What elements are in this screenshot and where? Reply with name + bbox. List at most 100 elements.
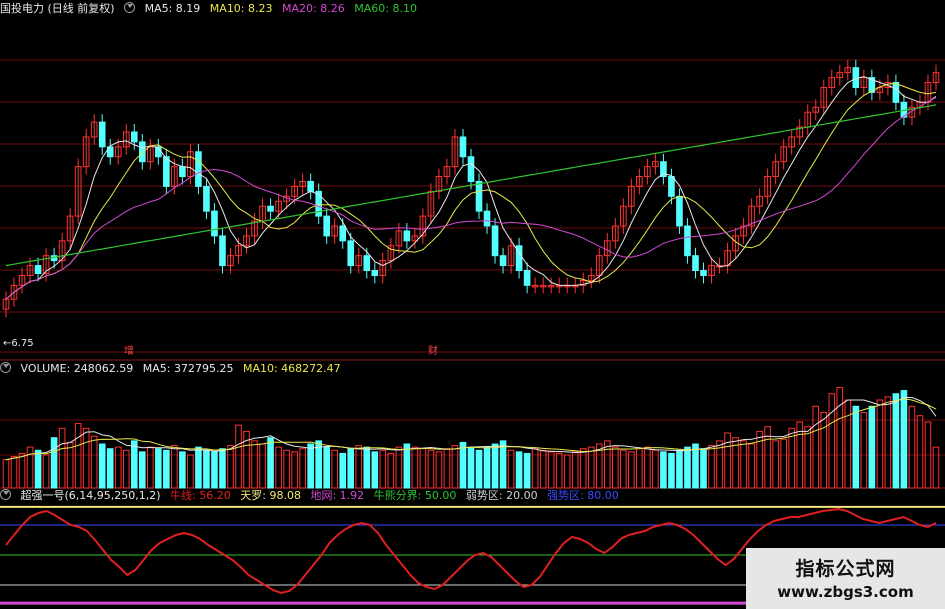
volume-bar xyxy=(187,454,194,489)
indicator-tianluo: 天罗: 98.08 xyxy=(240,489,301,502)
volume-bar xyxy=(66,441,74,489)
volume-bar xyxy=(227,445,234,489)
candle-body xyxy=(138,141,146,163)
volume-bar xyxy=(563,454,571,489)
volume-bar xyxy=(82,427,90,489)
indicator-header: 超强一号(6,14,95,250,1,2) 牛线: 56.20 天罗: 98.0… xyxy=(0,488,625,504)
volume-bar xyxy=(555,452,563,489)
volume-bar xyxy=(363,446,371,489)
volume-bar xyxy=(427,449,435,489)
volume-bar xyxy=(283,449,290,489)
volume-bar xyxy=(812,405,820,489)
candle-body xyxy=(523,270,531,286)
candle-body xyxy=(700,270,707,276)
volume-bar xyxy=(684,446,691,489)
volume-bar xyxy=(652,449,659,489)
watermark-url: www.zbgs3.com xyxy=(777,583,914,601)
candle-body xyxy=(684,225,691,257)
volume-bar xyxy=(411,446,419,489)
volume-bar xyxy=(211,451,218,489)
volume-bar xyxy=(788,427,795,489)
volume-bar xyxy=(90,435,98,489)
volume-bar xyxy=(323,446,330,489)
volume-bar xyxy=(435,451,443,489)
candle-body xyxy=(98,121,106,148)
volume-bar xyxy=(612,446,619,489)
volume-bar xyxy=(748,443,755,489)
volume-bar xyxy=(467,446,475,489)
volume-bar xyxy=(587,446,595,489)
volume-bar xyxy=(491,443,499,489)
volume-bar xyxy=(130,440,138,489)
volume-bar xyxy=(499,440,507,489)
candle-body xyxy=(676,195,683,227)
volume-bar xyxy=(507,449,515,489)
candle-body xyxy=(371,270,379,276)
volume-bar xyxy=(644,446,651,489)
volume-bar xyxy=(900,390,908,489)
volume-bar xyxy=(700,448,707,489)
indicator-name: 超强一号(6,14,95,250,1,2) xyxy=(20,489,161,502)
candle-body xyxy=(475,180,483,212)
volume-bar xyxy=(603,440,611,489)
candle-body xyxy=(219,235,226,267)
indicator-strong-zone: 强势区: 80.00 xyxy=(547,489,619,502)
volume-bar xyxy=(892,393,900,489)
volume-bar xyxy=(155,448,162,489)
volume-bar xyxy=(483,446,491,489)
volume-bar xyxy=(908,405,916,489)
volume-bar xyxy=(620,449,627,489)
volume-bar xyxy=(547,451,555,489)
volume-bar xyxy=(18,452,26,489)
event-tag-财[interactable]: 财 xyxy=(428,346,438,358)
volume-bar xyxy=(50,437,58,489)
settings-circle-icon[interactable] xyxy=(124,2,136,13)
candle-body xyxy=(892,82,900,103)
volume-bar xyxy=(74,423,82,489)
volume-bar xyxy=(660,451,667,489)
price-header: 国投电力 (日线 前复权) MA5: 8.19 MA10: 8.23 MA20:… xyxy=(0,1,423,17)
volume-bar xyxy=(820,412,828,489)
candle-body xyxy=(211,210,218,237)
ma60-line xyxy=(5,104,937,267)
indicator-settings-icon[interactable] xyxy=(0,489,11,500)
volume-bar xyxy=(34,449,42,489)
indicator-bull-line: 牛线: 56.20 xyxy=(170,489,231,502)
volume-bar xyxy=(371,451,379,489)
volume-ma10-label: MA10: 468272.47 xyxy=(242,362,341,375)
volume-bar xyxy=(868,405,876,489)
volume-bar xyxy=(58,427,66,489)
indicator-bull-bear: 牛熊分界: 50.00 xyxy=(373,489,457,502)
volume-bar xyxy=(179,451,186,489)
volume-bar xyxy=(379,449,387,489)
candle-body xyxy=(347,240,355,267)
candle-body xyxy=(163,156,170,187)
candle-body xyxy=(34,265,42,274)
volume-bar xyxy=(122,449,130,489)
candle-body xyxy=(403,230,411,242)
volume-bar xyxy=(475,449,483,489)
volume-bar xyxy=(403,443,411,489)
candle-body xyxy=(307,180,314,192)
volume-bar xyxy=(267,437,274,489)
ma10-label: MA10: 8.23 xyxy=(209,2,273,15)
volume-settings-icon[interactable] xyxy=(0,362,11,373)
indicator-diwang: 地网: 1.92 xyxy=(310,489,365,502)
candle-body xyxy=(130,131,138,143)
volume-bar xyxy=(844,399,852,489)
volume-bar xyxy=(780,438,787,489)
event-tag-增[interactable]: 增 xyxy=(124,346,134,358)
volume-bar xyxy=(98,443,106,489)
volume-bar xyxy=(219,448,226,489)
candle-body xyxy=(692,255,699,272)
volume-bar xyxy=(932,446,940,489)
volume-bar xyxy=(114,446,122,489)
site-watermark: 指标公式网 www.zbgs3.com xyxy=(746,548,945,609)
candle-body xyxy=(363,255,371,272)
candle-body xyxy=(852,67,860,88)
volume-bar xyxy=(275,446,282,489)
volume-bar xyxy=(628,451,635,489)
volume-bar xyxy=(676,449,683,489)
volume-bar xyxy=(916,415,924,489)
volume-bar xyxy=(195,446,202,489)
